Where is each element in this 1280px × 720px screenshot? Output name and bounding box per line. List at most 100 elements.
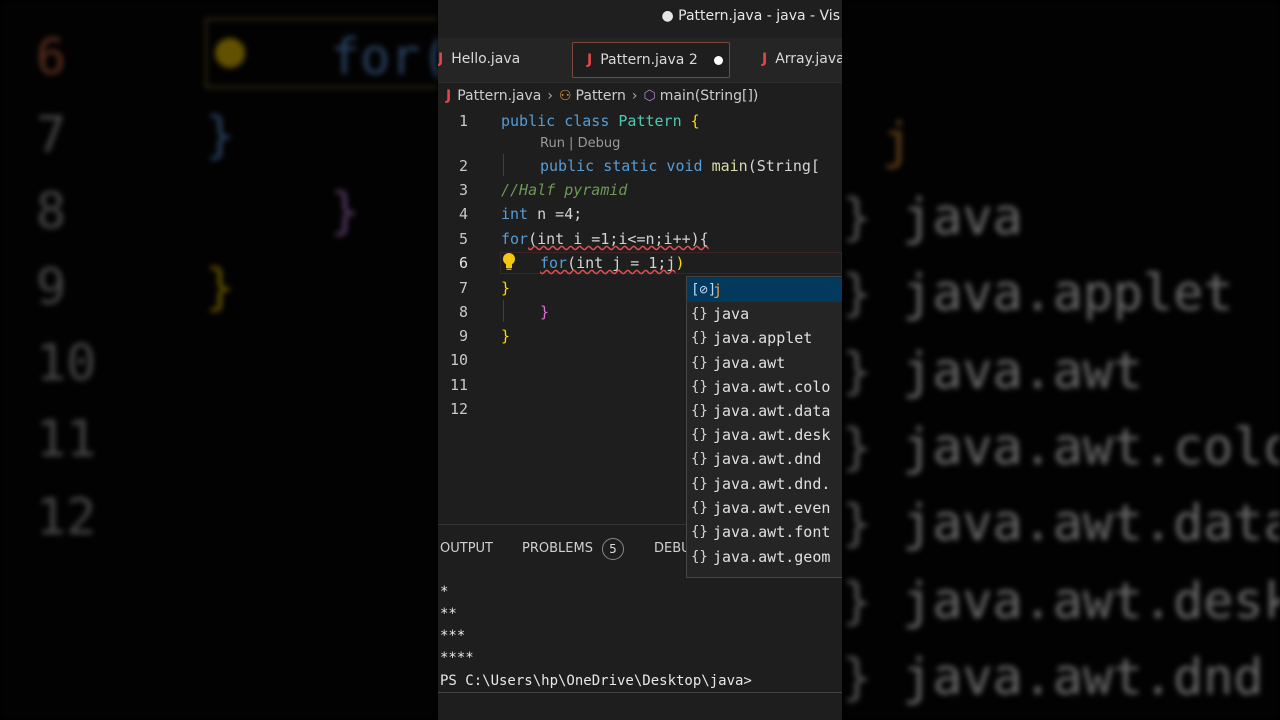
package-icon: {} [691, 330, 708, 346]
suggest-item[interactable]: {} java.awt.dnd [687, 447, 842, 471]
bg-line-number: 11 [36, 410, 97, 468]
suggest-item[interactable]: {} java.awt.desk [687, 423, 842, 447]
output-line: *** [440, 628, 466, 644]
editor-tab-bar: J Hello.java J Pattern.java 2 J Array.ja… [438, 38, 842, 83]
indent-guide [503, 154, 504, 176]
tab-array-java[interactable]: J Array.java [762, 42, 842, 76]
output-line: * [440, 584, 449, 600]
code-line-5: for(int i =1;i<=n;i++){ [501, 230, 709, 248]
line-number: 7 [458, 279, 468, 297]
suggest-label: java.awt.desk [713, 426, 831, 444]
bg-line-number: 12 [36, 488, 97, 546]
bg-line-number: 9 [36, 258, 67, 316]
tab-hello-java[interactable]: J Hello.java [438, 42, 520, 76]
package-icon: {} [691, 427, 708, 443]
chevron-right-icon: › [547, 88, 553, 104]
java-file-icon: J [762, 51, 768, 67]
suggest-label: java.awt.font [713, 523, 831, 541]
suggest-item[interactable]: {} java.awt.even [687, 496, 842, 520]
bg-suggest-item: } java.awt.data [842, 494, 1280, 552]
suggest-item[interactable]: {} java.awt.data [687, 399, 842, 423]
package-icon: {} [691, 355, 708, 371]
bg-line-number: 6 [36, 28, 67, 86]
suggest-item[interactable]: {} java.awt.dnd. [687, 472, 842, 496]
line-number-current: 6 [458, 254, 468, 272]
bg-line-number: 10 [36, 334, 97, 392]
output-line: ** [440, 606, 457, 622]
tab-output[interactable]: OUTPUT [440, 541, 493, 556]
suggest-item[interactable]: {} java.awt [687, 351, 842, 375]
autocomplete-suggest-widget: [⊘] j {} java {} java.applet {} java.awt… [686, 276, 842, 578]
line-number: 11 [449, 376, 468, 394]
package-icon: {} [691, 500, 708, 516]
suggest-label: java.awt.colo [713, 378, 831, 396]
code-line-4: int n =4; [501, 205, 583, 223]
suggest-label: j [713, 281, 723, 299]
suggest-item[interactable]: {} java.awt.font [687, 520, 842, 544]
bg-code: } [205, 258, 236, 316]
tab-label: Hello.java [451, 51, 521, 67]
vscode-window: ● Pattern.java - java - Vis J Hello.java… [438, 0, 842, 720]
bg-suggest-item: } java.awt.dnd [842, 648, 1264, 706]
bg-bulb-icon: ● [215, 20, 246, 78]
bg-code: for( [330, 28, 438, 86]
package-icon: {} [691, 306, 708, 322]
line-number: 3 [458, 181, 468, 199]
bg-suggest-item: } java.awt.desk [842, 572, 1280, 630]
code-line-6: for(int j = 1;j) [540, 254, 685, 272]
suggest-label: java.awt.geom [713, 548, 831, 566]
suggest-label: java.awt.dnd [713, 450, 822, 468]
lightbulb-quickfix-icon[interactable] [500, 252, 518, 272]
terminal-prompt: PS C:\Users\hp\OneDrive\Desktop\java> [440, 673, 752, 689]
bg-suggest-item: } java [842, 188, 1023, 246]
line-number: 2 [458, 157, 468, 175]
indent-guide [503, 300, 504, 322]
line-number: 10 [449, 351, 468, 369]
problems-count-badge: 5 [602, 538, 624, 560]
tab-label: Pattern.java 2 [600, 52, 698, 68]
code-line-9: } [501, 327, 511, 345]
line-number: 9 [458, 327, 468, 345]
bg-suggest-item: } java.awt [842, 342, 1144, 400]
bg-line-number: 8 [36, 182, 67, 240]
java-file-icon: J [446, 88, 452, 104]
tab-pattern-java[interactable]: J Pattern.java 2 [572, 42, 730, 78]
code-line-3: //Half pyramid [501, 181, 628, 199]
suggest-item[interactable]: {} java.awt.geom [687, 545, 842, 569]
suggest-label: java.awt.dnd. [713, 475, 831, 493]
class-icon: ⚇ [558, 88, 572, 104]
bg-suggest-item: } java.awt.colo [842, 418, 1280, 476]
suggest-item[interactable]: {} java [687, 302, 842, 326]
tab-label: Array.java [775, 51, 842, 67]
background-right-zoom: j } java } java.applet } java.awt } java… [842, 0, 1280, 720]
title-bar: ● Pattern.java - java - Vis [438, 0, 842, 36]
suggest-label: java.applet [713, 329, 813, 347]
java-file-icon: J [438, 51, 444, 67]
unsaved-dot-icon[interactable] [713, 55, 723, 65]
breadcrumb-method[interactable]: main(String[]) [660, 88, 759, 104]
package-icon: {} [691, 379, 708, 395]
line-number: 4 [458, 205, 468, 223]
bg-suggest-item: } java.applet [842, 264, 1234, 322]
breadcrumb-class[interactable]: Pattern [576, 88, 626, 104]
codelens-run-debug[interactable]: Run | Debug [540, 136, 620, 151]
suggest-label: java [713, 305, 750, 323]
breadcrumb: J Pattern.java › ⚇ Pattern › ⬡ main(Stri… [438, 84, 842, 108]
tab-problems[interactable]: PROBLEMS [522, 541, 593, 556]
suggest-item[interactable]: {} java.applet [687, 326, 842, 350]
bg-line-number: 7 [36, 106, 67, 164]
suggest-label: java.awt.even [713, 499, 831, 517]
code-line-8: } [540, 303, 550, 321]
line-number: 8 [458, 303, 468, 321]
code-line-7: } [501, 279, 511, 297]
suggest-item[interactable]: {} java.awt.colo [687, 375, 842, 399]
breadcrumb-file[interactable]: Pattern.java [457, 88, 541, 104]
code-line-1: public class Pattern { [501, 112, 700, 130]
method-cube-icon: ⬡ [643, 88, 656, 104]
suggest-item[interactable]: [⊘] j [687, 278, 842, 302]
output-line: **** [440, 650, 474, 666]
line-number: 5 [458, 230, 468, 248]
suggest-label: java.awt [713, 354, 786, 372]
package-icon: {} [691, 403, 708, 419]
bg-suggest-top: j [882, 112, 913, 170]
